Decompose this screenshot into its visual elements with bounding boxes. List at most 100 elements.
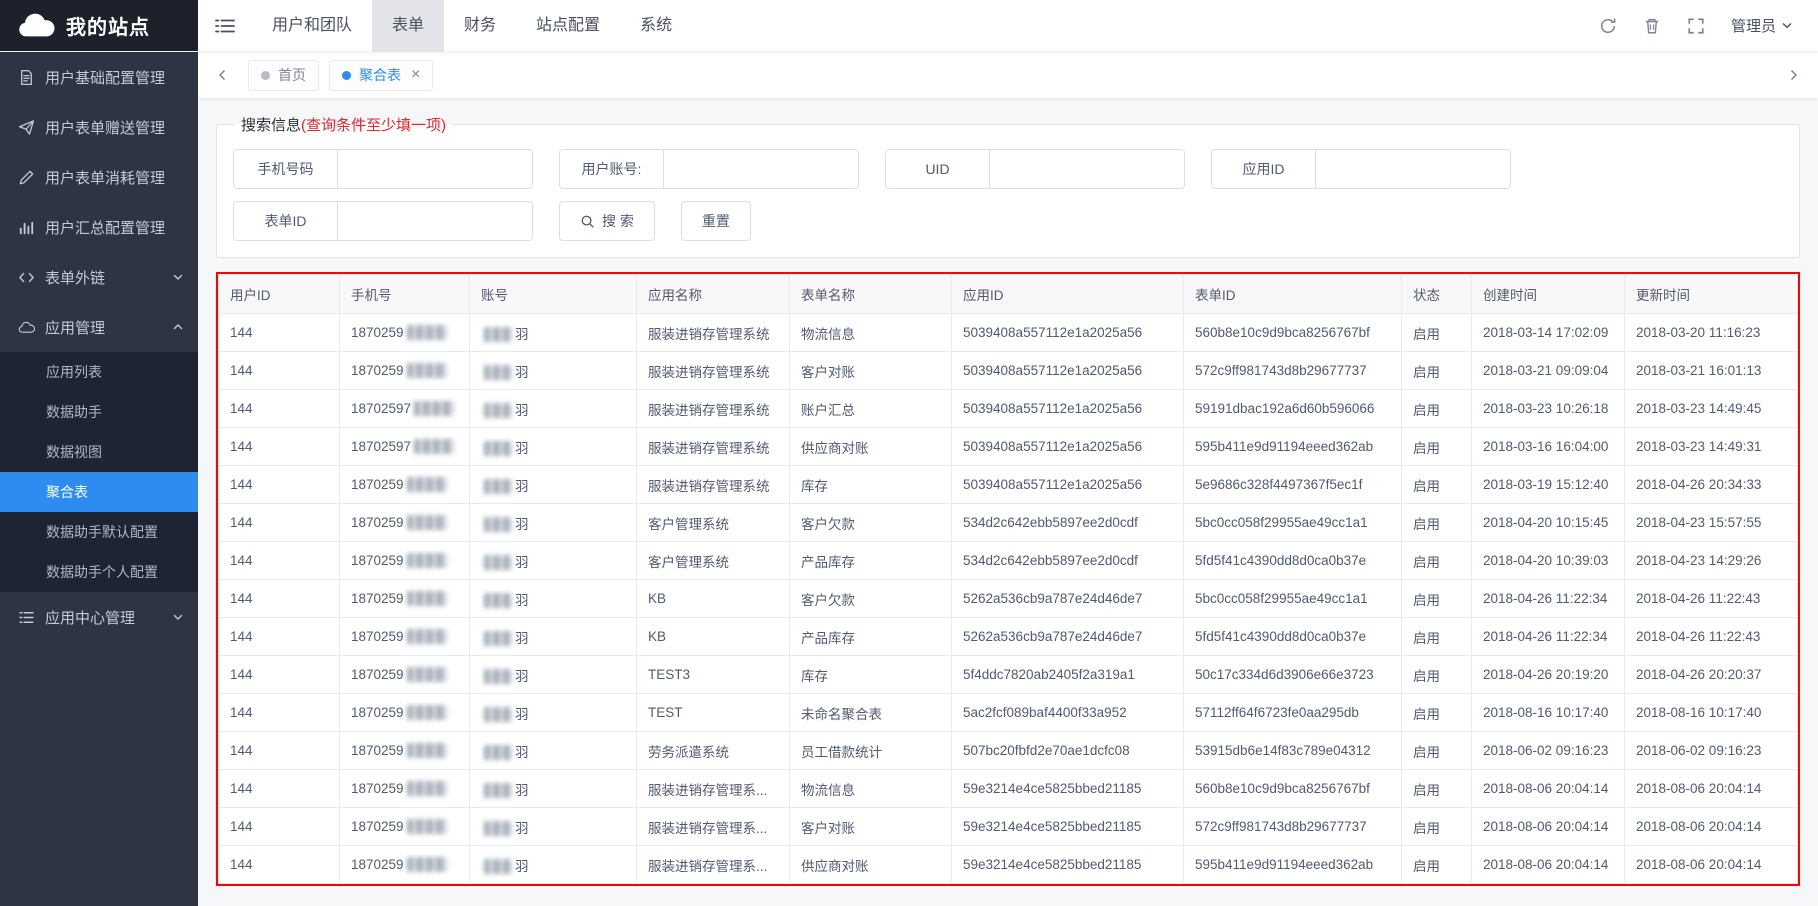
search-field-form-id: 表单ID <box>233 201 533 241</box>
cell-account: 羽 <box>470 428 637 466</box>
cell-status: 启用 <box>1402 352 1472 390</box>
search-button[interactable]: 搜 索 <box>559 201 655 241</box>
sidebar-item-user-base-config[interactable]: 用户基础配置管理 <box>0 52 198 102</box>
cell-updated-at: 2018-03-21 16:01:13 <box>1625 352 1798 390</box>
sidebar-item-app-management[interactable]: 应用管理 <box>0 302 198 352</box>
cell-form-name: 库存 <box>790 656 952 694</box>
cell-phone: 1870259 <box>340 352 470 390</box>
cell-account: 羽 <box>470 504 637 542</box>
user-menu[interactable]: 管理员 <box>1731 15 1792 36</box>
cell-status: 启用 <box>1402 580 1472 618</box>
sidebar-item-app-list[interactable]: 应用列表 <box>0 352 198 392</box>
tabs-scroll-right-button[interactable] <box>1778 58 1808 92</box>
cell-updated-at: 2018-04-26 20:34:33 <box>1625 466 1798 504</box>
trash-icon[interactable] <box>1643 17 1661 35</box>
search-field-uid: UID <box>885 149 1185 189</box>
cell-app-id: 5f4ddc7820ab2405f2a319a1 <box>952 656 1184 694</box>
nav-item-users-teams[interactable]: 用户和团队 <box>252 0 372 52</box>
cell-app-id: 5ac2fcf089baf4400f33a952 <box>952 694 1184 732</box>
redaction-blur <box>484 707 512 722</box>
redaction-blur <box>484 669 512 684</box>
chevron-down-icon <box>1782 22 1792 29</box>
search-fields-row-2: 表单ID 搜 索 重置 <box>233 201 1783 241</box>
cell-form-id: 57112ff64f6723fe0aa295db <box>1184 694 1402 732</box>
search-button-label: 搜 索 <box>602 211 634 231</box>
reset-button[interactable]: 重置 <box>681 201 751 241</box>
search-field-label: 应用ID <box>1212 150 1316 188</box>
cell-form-name: 产品库存 <box>790 618 952 656</box>
nav-item-site-config[interactable]: 站点配置 <box>516 0 620 52</box>
cell-app-name: 服装进销存管理系统 <box>637 466 790 504</box>
sidebar-item-data-helper-personal-config[interactable]: 数据助手个人配置 <box>0 552 198 592</box>
redaction-blur <box>407 553 447 568</box>
cell-form-id: 595b411e9d91194eeed362ab <box>1184 846 1402 884</box>
cell-user-id: 144 <box>219 694 340 732</box>
cell-updated-at: 2018-03-20 11:16:23 <box>1625 314 1798 352</box>
chevron-down-icon <box>172 611 184 623</box>
redaction-blur <box>407 591 447 606</box>
sidebar-item-aggregate-table[interactable]: 聚合表 <box>0 472 198 512</box>
cell-account: 羽 <box>470 846 637 884</box>
table-row: 1441870259羽客户管理系统产品库存534d2c642ebb5897ee2… <box>219 542 1798 580</box>
cell-app-name: 客户管理系统 <box>637 542 790 580</box>
results-table: 用户ID手机号账号应用名称表单名称应用ID表单ID状态创建时间更新时间 1441… <box>218 274 1798 884</box>
sidebar-item-app-center-management[interactable]: 应用中心管理 <box>0 592 198 642</box>
menu-list-icon <box>215 18 235 34</box>
search-input-phone[interactable] <box>338 150 532 188</box>
search-input-app-id[interactable] <box>1316 150 1510 188</box>
cell-app-name: 劳务派遣系统 <box>637 732 790 770</box>
content-area: 首页聚合表× 搜索信息(查询条件至少填一项) 手机号码用户账号:UID应用ID … <box>198 52 1818 906</box>
tab-label: 首页 <box>278 65 306 85</box>
chevron-right-icon <box>1787 69 1799 81</box>
search-input-uid[interactable] <box>990 150 1184 188</box>
site-logo[interactable]: 我的站点 <box>0 0 198 51</box>
cell-phone: 1870259 <box>340 618 470 656</box>
tab-home[interactable]: 首页 <box>248 60 319 91</box>
cell-created-at: 2018-06-02 09:16:23 <box>1472 732 1625 770</box>
chevron-up-icon <box>172 321 184 333</box>
sidebar-item-form-external-link[interactable]: 表单外链 <box>0 252 198 302</box>
cell-form-name: 客户欠款 <box>790 504 952 542</box>
search-input-account[interactable] <box>664 150 858 188</box>
tab-close-icon[interactable]: × <box>411 67 420 83</box>
cell-phone: 1870259 <box>340 770 470 808</box>
redaction-blur <box>484 365 512 380</box>
sidebar-toggle-button[interactable] <box>198 0 252 52</box>
cell-created-at: 2018-04-26 11:22:34 <box>1472 580 1625 618</box>
search-field-label: 手机号码 <box>234 150 338 188</box>
fullscreen-icon[interactable] <box>1687 17 1705 35</box>
cell-form-name: 产品库存 <box>790 542 952 580</box>
nav-item-finance[interactable]: 财务 <box>444 0 516 52</box>
sidebar-item-label: 用户基础配置管理 <box>45 67 165 88</box>
sidebar-item-user-summary-config[interactable]: 用户汇总配置管理 <box>0 202 198 252</box>
cell-form-id: 59191dbac192a6d60b596066 <box>1184 390 1402 428</box>
tab-aggregate-table[interactable]: 聚合表× <box>329 60 433 91</box>
sidebar-item-data-helper[interactable]: 数据助手 <box>0 392 198 432</box>
redaction-blur <box>484 517 512 532</box>
sidebar-item-user-form-consume[interactable]: 用户表单消耗管理 <box>0 152 198 202</box>
cell-app-name: KB <box>637 618 790 656</box>
redaction-blur <box>407 667 447 682</box>
cell-app-id: 5262a536cb9a787e24d46de7 <box>952 580 1184 618</box>
nav-item-system[interactable]: 系统 <box>620 0 692 52</box>
search-fields-row-1: 手机号码 用户账号: UID 应用ID <box>233 149 1783 189</box>
refresh-icon[interactable] <box>1599 17 1617 35</box>
cell-form-name: 库存 <box>790 466 952 504</box>
tabs-scroll-left-button[interactable] <box>208 58 238 92</box>
cell-form-name: 员工借款统计 <box>790 732 952 770</box>
sidebar-item-user-form-gift[interactable]: 用户表单赠送管理 <box>0 102 198 152</box>
cell-app-name: 客户管理系统 <box>637 504 790 542</box>
cell-created-at: 2018-03-21 09:09:04 <box>1472 352 1625 390</box>
sidebar-item-data-view[interactable]: 数据视图 <box>0 432 198 472</box>
cell-form-name: 客户欠款 <box>790 580 952 618</box>
cell-updated-at: 2018-08-16 10:17:40 <box>1625 694 1798 732</box>
search-input-form-id[interactable] <box>338 202 532 240</box>
nav-item-forms[interactable]: 表单 <box>372 0 444 52</box>
tab-bar: 首页 聚合表× <box>198 52 1818 98</box>
sidebar-submenu: 应用列表数据助手数据视图聚合表数据助手默认配置数据助手个人配置 <box>0 352 198 592</box>
cell-user-id: 144 <box>219 770 340 808</box>
search-field-label: 用户账号: <box>560 150 664 188</box>
cell-status: 启用 <box>1402 656 1472 694</box>
sidebar-item-data-helper-default-config[interactable]: 数据助手默认配置 <box>0 512 198 552</box>
cell-created-at: 2018-03-23 10:26:18 <box>1472 390 1625 428</box>
